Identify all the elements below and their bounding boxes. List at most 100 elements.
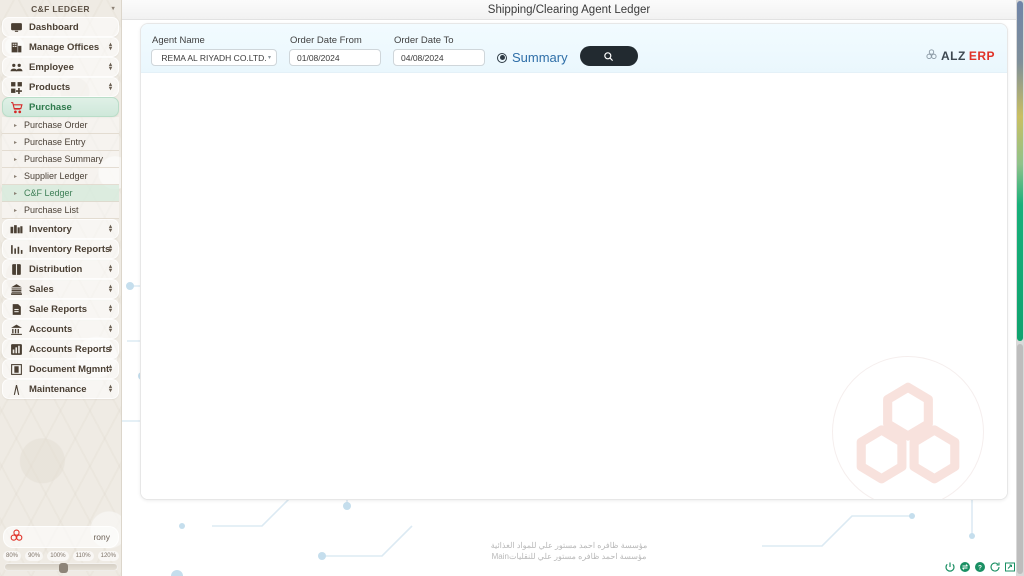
status-icon-bar: ? (944, 561, 1016, 573)
sidebar-item-accounts[interactable]: Accounts ▴ ▾ (2, 319, 119, 339)
fullscreen-icon[interactable] (1004, 561, 1016, 573)
sidebar-main-menu-continued: Inventory ▴ ▾ Inventory Reports ▴ ▾ Distributi… (0, 219, 121, 399)
sidebar-subitem-label: C&F Ledger (24, 188, 73, 198)
expand-collapse-icon[interactable]: ▴ ▾ (109, 324, 112, 334)
order-date-from-input[interactable]: 01/08/2024 (289, 49, 381, 66)
footer-main-label: Main (491, 552, 509, 561)
book-icon (10, 263, 23, 276)
search-button[interactable] (579, 46, 638, 66)
zoom-slider-thumb[interactable] (58, 563, 68, 573)
power-icon[interactable] (944, 561, 956, 573)
footer-line-1: مؤسسة ظافره احمد مستور علي للمواد الغذائ… (490, 541, 648, 550)
order-date-from-label: Order Date From (290, 35, 362, 46)
zoom-level-80[interactable]: 80% (3, 551, 22, 561)
sidebar-item-sale-reports[interactable]: Sale Reports ▴ ▾ (2, 299, 119, 319)
alzerp-brand-logo: ALZ ERP (925, 48, 995, 64)
sidebar-item-manage-offices[interactable]: Manage Offices ▴ ▾ (2, 37, 119, 57)
username-label: rony (93, 532, 110, 542)
sidebar-subitem-label: Purchase Summary (24, 154, 104, 164)
sidebar: C&F LEDGER ▾ Dashboard Manage Offices ▴ ▾ Em… (0, 0, 122, 576)
refresh-icon[interactable] (989, 561, 1001, 573)
zoom-level-100[interactable]: 100% (47, 551, 69, 561)
agent-name-value: REMA AL RIYADH CO.LTD. (161, 52, 267, 63)
agent-name-select[interactable]: REMA AL RIYADH CO.LTD. ▾ (151, 49, 277, 66)
sidebar-item-inventory[interactable]: Inventory ▴ ▾ (2, 219, 119, 239)
sidebar-subitem-purchase-summary[interactable]: ▸ Purchase Summary (2, 151, 119, 168)
scrollbar-track[interactable] (1017, 344, 1023, 574)
sidebar-item-employee[interactable]: Employee ▴ ▾ (2, 57, 119, 77)
shopping-cart-icon (10, 101, 23, 114)
chevron-right-icon: ▸ (14, 122, 18, 129)
chevron-right-icon: ▸ (14, 139, 18, 146)
sidebar-subitem-c-f-ledger[interactable]: ▸ C&F Ledger (2, 185, 119, 202)
chevron-right-icon: ▸ (14, 173, 18, 180)
zoom-level-120[interactable]: 120% (97, 551, 119, 561)
expand-collapse-icon[interactable]: ▴ ▾ (109, 344, 112, 354)
order-date-to-input[interactable]: 04/08/2024 (393, 49, 485, 66)
chart-report-icon (10, 343, 23, 356)
sidebar-item-products[interactable]: Products ▴ ▾ (2, 77, 119, 97)
search-icon (603, 51, 614, 62)
expand-collapse-icon[interactable]: ▴ ▾ (109, 42, 112, 52)
zoom-slider[interactable] (4, 563, 118, 573)
sidebar-item-maintenance[interactable]: Maintenance ▴ ▾ (2, 379, 119, 399)
sidebar-item-label: Maintenance (29, 383, 87, 395)
ledger-results-area (141, 73, 1007, 499)
expand-collapse-icon[interactable]: ▴ ▾ (109, 264, 112, 274)
expand-collapse-icon[interactable]: ▴ ▾ (109, 82, 112, 92)
sidebar-item-label: Inventory (29, 223, 72, 235)
scrollbar-thumb[interactable] (1017, 1, 1023, 341)
expand-collapse-icon[interactable]: ▴ ▾ (109, 244, 112, 254)
sidebar-subitem-purchase-entry[interactable]: ▸ Purchase Entry (2, 134, 119, 151)
page-title: Shipping/Clearing Agent Ledger (487, 3, 651, 16)
help-icon[interactable]: ? (974, 561, 986, 573)
sidebar-item-label: Accounts Reports (29, 343, 111, 355)
brand-name-primary: ALZ (940, 49, 966, 63)
sidebar-subitem-purchase-list[interactable]: ▸ Purchase List (2, 202, 119, 219)
sidebar-subitem-label: Supplier Ledger (24, 171, 88, 181)
sidebar-main-menu: Dashboard Manage Offices ▴ ▾ Employee ▴ ▾ Produ… (0, 17, 121, 117)
expand-collapse-icon[interactable]: ▴ ▾ (109, 224, 112, 234)
order-date-to-value: 04/08/2024 (401, 52, 444, 63)
wrench-icon (10, 383, 23, 396)
summary-radio-label: Summary (512, 50, 568, 65)
sidebar-subitem-purchase-order[interactable]: ▸ Purchase Order (2, 117, 119, 134)
sidebar-item-dashboard[interactable]: Dashboard (2, 17, 119, 37)
exchange-icon[interactable] (959, 561, 971, 573)
zoom-level-90[interactable]: 90% (25, 551, 44, 561)
summary-radio-option[interactable]: Summary (497, 50, 568, 66)
sidebar-header[interactable]: C&F LEDGER ▾ (0, 0, 121, 17)
user-row[interactable]: rony (3, 526, 119, 548)
expand-collapse-icon[interactable]: ▴ ▾ (109, 304, 112, 314)
sidebar-item-label: Dashboard (29, 21, 79, 33)
sidebar-item-label: Inventory Reports (29, 243, 111, 255)
expand-collapse-icon[interactable]: ▴ ▾ (109, 384, 112, 394)
building-icon (10, 41, 23, 54)
sidebar-item-sales[interactable]: Sales ▴ ▾ (2, 279, 119, 299)
footer-company-names: مؤسسة ظافره احمد مستور علي للمواد الغذائ… (122, 540, 1016, 562)
document-box-icon (10, 363, 23, 376)
page-scrollbar[interactable] (1016, 0, 1024, 576)
sidebar-footer: rony 80% 90% 100% 110% 120% (0, 526, 121, 576)
expand-collapse-icon[interactable]: ▴ ▾ (109, 62, 112, 72)
sidebar-item-document-mgmnt[interactable]: Document Mgmnt ▴ ▾ (2, 359, 119, 379)
ledger-panel: Agent Name REMA AL RIYADH CO.LTD. ▾ Orde… (140, 23, 1008, 500)
sidebar-subitem-label: Purchase Order (24, 120, 88, 130)
order-date-to-label: Order Date To (394, 35, 454, 46)
zoom-level-110[interactable]: 110% (72, 551, 94, 561)
sidebar-header-label: C&F LEDGER (31, 3, 90, 14)
radio-selected-icon[interactable] (497, 52, 507, 63)
expand-collapse-icon[interactable]: ▴ ▾ (109, 364, 112, 374)
watermark-logo-icon (832, 356, 984, 499)
chevron-down-icon: ▾ (267, 55, 271, 61)
sidebar-item-purchase[interactable]: Purchase (2, 97, 119, 117)
sidebar-item-inventory-reports[interactable]: Inventory Reports ▴ ▾ (2, 239, 119, 259)
sidebar-subitem-supplier-ledger[interactable]: ▸ Supplier Ledger (2, 168, 119, 185)
chevron-down-icon: ▾ (111, 6, 115, 12)
sidebar-item-distribution[interactable]: Distribution ▴ ▾ (2, 259, 119, 279)
sidebar-item-accounts-reports[interactable]: Accounts Reports ▴ ▾ (2, 339, 119, 359)
sidebar-item-label: Purchase (29, 101, 72, 113)
expand-collapse-icon[interactable]: ▴ ▾ (109, 284, 112, 294)
sidebar-subitem-label: Purchase Entry (24, 137, 86, 147)
application-window: C&F LEDGER ▾ Dashboard Manage Offices ▴ ▾ Em… (0, 0, 1024, 576)
